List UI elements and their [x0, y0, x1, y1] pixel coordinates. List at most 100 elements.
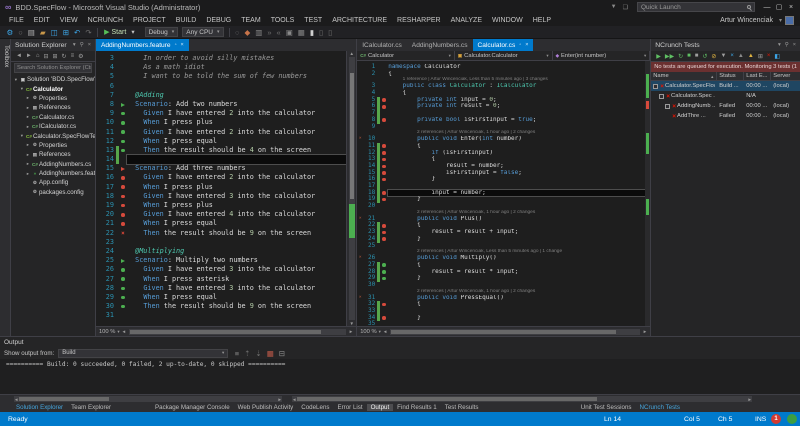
cs-scroll-annotations[interactable] [645, 61, 650, 326]
close-panel-icon[interactable]: × [793, 42, 796, 48]
user-name[interactable]: Artur Wincenciak [720, 17, 773, 24]
feature-horizontal-scrollbar[interactable] [129, 329, 346, 335]
avatar[interactable] [785, 16, 794, 25]
warnings-active-icon[interactable]: ▲ [748, 53, 754, 59]
checkbox[interactable] [653, 84, 658, 89]
run-all-icon[interactable]: ▶▶ [665, 53, 674, 60]
menu-ncrunch[interactable]: NCRUNCH [83, 17, 128, 24]
zoom-level[interactable]: 100 % [360, 329, 376, 335]
maximize-button[interactable]: ▢ [773, 3, 785, 11]
menu-build[interactable]: BUILD [171, 17, 202, 24]
bottom-tab-unit-test-sessions[interactable]: Unit Test Sessions [577, 404, 636, 411]
checkbox[interactable] [659, 94, 664, 99]
test-row[interactable]: ×Calculator.Spec ...N/A [651, 91, 800, 101]
tree-item-icalculator-cs[interactable]: ▸C#ICalculator.cs [11, 122, 95, 131]
filter-icon[interactable]: ▼ [611, 4, 617, 10]
menu-analyze[interactable]: ANALYZE [446, 17, 487, 24]
window-menu-icon[interactable]: ▾ [778, 42, 781, 48]
cs-horizontal-scrollbar[interactable] [390, 329, 639, 335]
save-all-icon[interactable]: ⊞ [63, 28, 69, 37]
bottom-tab-ncrunch-tests[interactable]: NCrunch Tests [636, 404, 684, 411]
filter-icon[interactable]: ▼ [720, 53, 726, 59]
tree-item-app-config[interactable]: ⚙App.config [11, 178, 95, 187]
bottom-tab-output[interactable]: Output [367, 404, 394, 411]
feedback-icon[interactable]: ❑ [623, 4, 628, 11]
tree-item-addingnumbers-cs[interactable]: ▸C#AddingNumbers.cs [11, 160, 95, 169]
column-header-server[interactable]: Server [771, 72, 800, 80]
tab-icalculator-cs[interactable]: ICalculator.cs [357, 39, 407, 51]
ncrunch-engine-badge[interactable] [787, 414, 797, 424]
bottom-tab-web-publish-activity[interactable]: Web Publish Activity [234, 404, 298, 411]
toolbox-tab[interactable]: Toolbox [0, 39, 11, 336]
rerun-icon[interactable]: ↻ [678, 53, 683, 60]
start-button[interactable]: ▶ Start ▾ [104, 27, 139, 37]
menu-help[interactable]: HELP [528, 17, 556, 24]
metrics-icon[interactable]: ◧ [774, 53, 780, 60]
bottom-tab-error-list[interactable]: Error List [333, 404, 366, 411]
error-count-badge[interactable]: 1 [771, 414, 781, 424]
test-row[interactable]: ×Calculator.SpecFlow ...Build ...00:00 .… [651, 81, 800, 91]
tree-item-calculator-specflowtests[interactable]: ▾C#Calculator.SpecFlowTests [11, 131, 95, 140]
tab-close-icon[interactable]: × [525, 42, 528, 48]
ncrunch-engine-icon[interactable]: ◆ [244, 28, 250, 37]
close-button[interactable]: × [785, 4, 797, 11]
stop-icon[interactable]: ■ [695, 53, 699, 59]
feature-editor[interactable]: 3 In order to avoid silly mistakes4 As a… [96, 51, 346, 326]
pin-icon[interactable]: ⚲ [80, 42, 84, 48]
menu-file[interactable]: FILE [4, 17, 29, 24]
forward-icon[interactable]: ► [26, 53, 32, 59]
bookmark-prev-icon[interactable]: ▯ [328, 28, 332, 37]
bottom-tab-find-results-1[interactable]: Find Results 1 [393, 404, 441, 411]
navigate-forward-icon[interactable]: ○ [18, 28, 23, 37]
collapse-all-icon[interactable]: ⊟ [43, 53, 48, 60]
clear-results-icon[interactable]: × [730, 53, 734, 59]
tree-item-references[interactable]: ▸▤References [11, 103, 95, 112]
solution-platform-dropdown[interactable]: Any CPU▾ [182, 27, 223, 37]
menu-resharper[interactable]: RESHARPER [392, 17, 446, 24]
output-content[interactable]: ========== Build: 0 succeeded, 0 failed,… [0, 359, 800, 394]
horizontal-scrollbar[interactable]: ◄ ► [292, 396, 752, 402]
goto-next-message-icon[interactable]: ⇣ [255, 349, 261, 358]
menu-project[interactable]: PROJECT [128, 17, 171, 24]
minimize-button[interactable]: — [761, 4, 773, 11]
bookmark-icon[interactable]: ▮ [310, 28, 314, 37]
menu-team[interactable]: TEAM [236, 17, 265, 24]
refresh-icon[interactable]: ↻ [62, 53, 67, 60]
reset-icon[interactable]: ↺ [702, 53, 707, 60]
tree-item-calculator[interactable]: ▾C#Calculator [11, 84, 95, 93]
show-all-files-icon[interactable]: ⊞ [53, 53, 58, 60]
tree-item-properties[interactable]: ▸⚙Properties [11, 141, 95, 150]
menu-edit[interactable]: EDIT [29, 17, 55, 24]
save-icon[interactable]: ◫ [51, 28, 58, 37]
run-covering-icon[interactable]: ■ [687, 53, 691, 59]
tree-item-solution-bdd-specflow-2-projects-[interactable]: ▾▣Solution 'BDD.SpecFlow' (2 projects) [11, 75, 95, 84]
close-panel-icon[interactable]: × [88, 42, 91, 48]
menu-test[interactable]: TEST [299, 17, 327, 24]
run-selected-icon[interactable]: ▶ [656, 53, 661, 60]
open-file-icon[interactable]: ▰ [40, 28, 46, 37]
clear-all-icon[interactable]: ▦ [267, 349, 274, 358]
new-item-icon[interactable]: ▤ [28, 28, 35, 37]
zoom-level[interactable]: 100 % [99, 329, 115, 335]
tree-item-properties[interactable]: ▸⚙Properties [11, 94, 95, 103]
test-row[interactable]: ×AddThre ...Failed00:00 ...(local) [651, 111, 800, 121]
resharper-icon[interactable]: ▣ [286, 28, 293, 37]
menu-window[interactable]: WINDOW [487, 17, 528, 24]
checkbox[interactable] [665, 104, 670, 109]
goto-prev-message-icon[interactable]: ⇡ [244, 349, 250, 358]
tab-addingnumbers-cs[interactable]: AddingNumbers.cs [407, 39, 473, 51]
output-source-dropdown[interactable]: Build▾ [58, 349, 228, 358]
feature-vertical-scrollbar[interactable]: ▲ ▼ [346, 51, 356, 326]
type-dropdown[interactable]: ▣Calculator.Calculator▾ [455, 51, 553, 60]
step-over-icon[interactable]: » [267, 28, 271, 37]
menu-tools[interactable]: TOOLS [266, 17, 300, 24]
word-wrap-icon[interactable]: ⊟ [279, 349, 285, 358]
tab-pin-icon[interactable]: ◦ [175, 42, 177, 48]
navigate-backward-icon[interactable]: ⚙ [7, 28, 14, 37]
bottom-tab-team-explorer[interactable]: Team Explorer [67, 404, 115, 411]
tab-close-icon[interactable]: × [181, 42, 184, 48]
project-dropdown[interactable]: C#Calculator▾ [357, 51, 455, 60]
menu-architecture[interactable]: ARCHITECTURE [327, 17, 392, 24]
bottom-tab-solution-explorer[interactable]: Solution Explorer [12, 404, 67, 411]
tree-item-calculator-cs[interactable]: ▸C#Calculator.cs [11, 113, 95, 122]
